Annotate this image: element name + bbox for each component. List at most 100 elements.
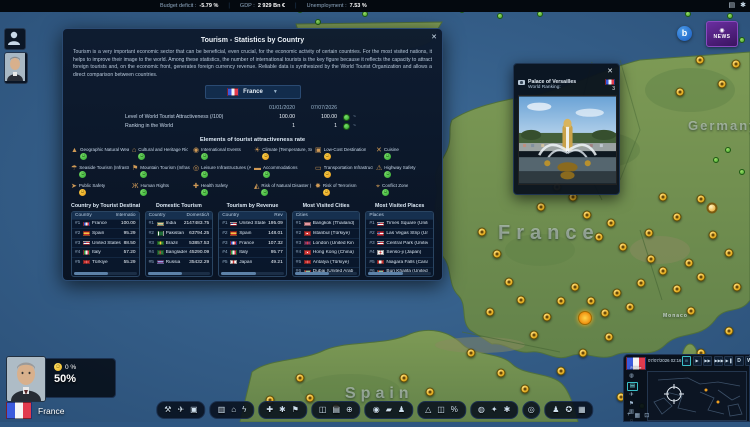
personnel-tab[interactable]: [4, 28, 26, 50]
leader-portrait[interactable]: [6, 356, 46, 402]
table-row[interactable]: #3 Brazil 53857.53: [146, 238, 213, 248]
industry-icon[interactable]: ⌂: [231, 405, 236, 415]
plane-icon[interactable]: ✈: [177, 405, 184, 415]
map-marker-monument[interactable]: [707, 203, 718, 214]
table-row[interactable]: #3 Central Park (United States...: [366, 238, 433, 248]
radar-icon[interactable]: ◎: [528, 405, 535, 415]
table-row[interactable]: #2 Istanbul (Türkiye): [293, 228, 360, 238]
map-marker-attraction[interactable]: [718, 80, 727, 89]
map-marker-attraction[interactable]: [659, 267, 668, 276]
map-marker-attraction[interactable]: [537, 203, 546, 212]
map-marker-attraction[interactable]: [697, 195, 706, 204]
map-marker-attraction[interactable]: [725, 327, 734, 336]
map-marker-sun[interactable]: [578, 311, 592, 325]
health-icon[interactable]: ✚: [266, 405, 273, 415]
table-row[interactable]: #4 Italy 57.20: [72, 247, 139, 257]
table-row[interactable]: #4 Hong Kong (China): [293, 247, 360, 257]
flag-icon[interactable]: ⚑: [627, 401, 636, 408]
map-marker-attraction[interactable]: [583, 211, 592, 220]
alert-icon[interactable]: △: [425, 405, 431, 415]
stats-icon[interactable]: ▤: [332, 405, 340, 415]
map-marker-green[interactable]: [739, 169, 745, 175]
diplomacy-icon[interactable]: ✦: [491, 405, 498, 415]
map-marker-attraction[interactable]: [557, 297, 566, 306]
medal-icon[interactable]: ✪: [565, 405, 572, 415]
map-marker-attraction[interactable]: [647, 255, 656, 264]
map-marker-attraction[interactable]: [605, 333, 614, 342]
table-row[interactable]: #5 Niagara Falls (Canada): [366, 257, 433, 267]
table-row[interactable]: #5 Russia 35432.29: [146, 257, 213, 267]
map-marker-attraction[interactable]: [619, 243, 628, 252]
map-marker-attraction[interactable]: [595, 233, 604, 242]
minimap[interactable]: [647, 371, 747, 421]
map-marker-attraction[interactable]: [685, 259, 694, 268]
portfolio-icon[interactable]: ▤: [729, 1, 736, 9]
map-marker-attraction[interactable]: [732, 60, 741, 69]
map-marker-attraction[interactable]: [659, 193, 668, 202]
table-row[interactable]: #4 Italy 95.77: [219, 247, 286, 257]
play-speed-2-button[interactable]: ▶▶: [703, 356, 712, 366]
market-icon[interactable]: ▦: [578, 405, 586, 415]
map-marker-attraction[interactable]: [478, 228, 487, 237]
map-marker-attraction[interactable]: [733, 283, 742, 292]
table-row[interactable]: #4 Bangladesh 45290.09: [146, 247, 213, 257]
table-row[interactable]: #2 Las Vegas Strip (United Stat...: [366, 228, 433, 238]
map-marker-attraction[interactable]: [426, 388, 435, 397]
table-row[interactable]: #1 United States 195.09: [219, 219, 286, 229]
map-marker-attraction[interactable]: [521, 385, 530, 394]
map-marker-green[interactable]: [497, 13, 503, 19]
map-marker-attraction[interactable]: [626, 303, 635, 312]
map-marker-green[interactable]: [713, 157, 719, 163]
map-marker-attraction[interactable]: [505, 278, 514, 287]
table-row[interactable]: #3 France 107.32: [219, 238, 286, 248]
table-scrollbar[interactable]: [295, 272, 358, 275]
plane-icon[interactable]: ✈: [627, 392, 636, 399]
map-marker-attraction[interactable]: [601, 309, 610, 318]
map-marker-attraction[interactable]: [543, 313, 552, 322]
table-row[interactable]: #2 Spain 95.29: [72, 228, 139, 238]
leader-tab[interactable]: [4, 52, 28, 84]
map-marker-green[interactable]: [727, 13, 733, 19]
plus-icon[interactable]: ⊕: [346, 405, 353, 415]
map-marker-attraction[interactable]: [645, 229, 654, 238]
table-scrollbar[interactable]: [148, 272, 211, 275]
close-icon[interactable]: ✕: [518, 67, 615, 75]
flag-icon[interactable]: ⚑: [292, 405, 299, 415]
globe-icon[interactable]: ◍: [627, 373, 636, 380]
map-marker-attraction[interactable]: [676, 88, 685, 97]
map-marker-attraction[interactable]: [673, 213, 682, 222]
person-icon[interactable]: ♟: [398, 405, 405, 415]
news-widget[interactable]: ◉ NEWS: [706, 21, 738, 47]
map-marker-attraction[interactable]: [493, 250, 502, 259]
pause-button[interactable]: II: [682, 356, 691, 366]
map-marker-attraction[interactable]: [697, 273, 706, 282]
map-marker-attraction[interactable]: [637, 279, 646, 288]
table-row[interactable]: #5 Türkiye 55.29: [72, 257, 139, 267]
table-row[interactable]: #1 Bangkok (Thailand): [293, 219, 360, 229]
eye-icon[interactable]: ◉: [373, 405, 380, 415]
table-row[interactable]: #5 Antalya (Türkiye): [293, 257, 360, 267]
country-selector[interactable]: France ▼: [205, 85, 301, 99]
units-icon[interactable]: ♟: [552, 405, 559, 415]
zoom-plus-icon[interactable]: +: [627, 412, 631, 419]
period-w-button[interactable]: W: [745, 356, 750, 366]
globe-icon[interactable]: ◍: [478, 405, 485, 415]
table-scrollbar[interactable]: [368, 272, 431, 275]
chart-icon[interactable]: ▥: [218, 405, 226, 415]
map-marker-attraction[interactable]: [587, 297, 596, 306]
map-marker-attraction[interactable]: [579, 349, 588, 358]
settings-gear-icon[interactable]: ✱: [740, 1, 746, 9]
map-marker-attraction[interactable]: [400, 374, 409, 383]
percent-icon[interactable]: %: [451, 405, 458, 415]
play-speed-3-button[interactable]: ▶▶▶: [714, 356, 723, 366]
table-row[interactable]: #1 Times Square (United States...: [366, 219, 433, 229]
map-marker-attraction[interactable]: [673, 285, 682, 294]
table-row[interactable]: #1 France 100.00: [72, 219, 139, 229]
map-marker-attraction[interactable]: [530, 331, 539, 340]
country-flag-tile[interactable]: France: [626, 357, 646, 370]
map-marker-attraction[interactable]: [497, 369, 506, 378]
map-marker-attraction[interactable]: [687, 307, 696, 316]
table-row[interactable]: #4 Senso-ji (Japan): [366, 247, 433, 257]
map-marker-attraction[interactable]: [607, 219, 616, 228]
table-row[interactable]: #5 Japan 49.21: [219, 257, 286, 267]
